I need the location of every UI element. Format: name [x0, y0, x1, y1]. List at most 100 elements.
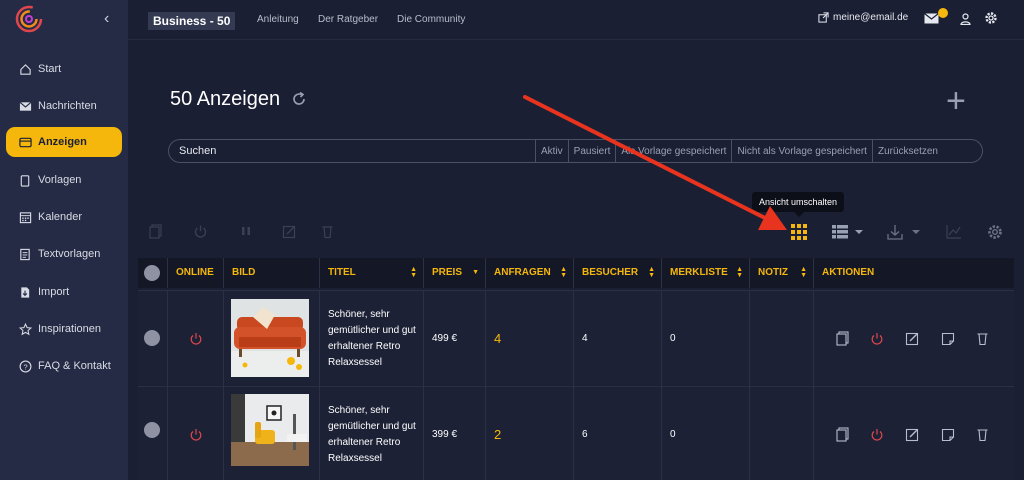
- listing-image[interactable]: [231, 299, 309, 377]
- calendar-icon: [18, 210, 32, 224]
- actions-cell: [813, 387, 1014, 480]
- column-online[interactable]: ONLINE: [167, 258, 223, 288]
- visitors-cell: 4: [573, 291, 661, 386]
- column-titel[interactable]: TITEL ▲ ▼: [319, 258, 423, 288]
- sidebar-item-kalender[interactable]: Kalender: [6, 202, 122, 232]
- edit-icon[interactable]: [282, 224, 297, 239]
- trash-icon[interactable]: [976, 331, 989, 346]
- notification-badge: [938, 8, 948, 18]
- column-bild: BILD: [223, 258, 319, 288]
- power-icon[interactable]: [870, 428, 884, 442]
- sidebar-item-textvorlagen[interactable]: Textvorlagen: [6, 239, 122, 269]
- collapse-sidebar-icon[interactable]: ‹: [104, 10, 109, 28]
- grid-view-icon[interactable]: [791, 224, 807, 240]
- copy-icon[interactable]: [149, 224, 162, 239]
- column-anfragen[interactable]: ANFRAGEN ▲ ▼: [485, 258, 573, 288]
- link-community[interactable]: Die Community: [397, 14, 465, 25]
- add-ad-button[interactable]: +: [946, 84, 966, 118]
- power-icon[interactable]: [193, 224, 208, 239]
- edit-icon[interactable]: [905, 427, 920, 442]
- power-icon[interactable]: [189, 332, 203, 346]
- copy-icon[interactable]: [836, 427, 849, 442]
- listing-title[interactable]: Schöner, sehr gemütlicher und gut erhalt…: [328, 307, 418, 371]
- column-preis[interactable]: PREIS ▼: [423, 258, 485, 288]
- list-view-dropdown-icon[interactable]: [832, 224, 866, 239]
- sidebar-item-label: Anzeigen: [38, 136, 87, 148]
- note-icon[interactable]: [941, 332, 955, 346]
- sidebar-item-start[interactable]: Start: [6, 54, 122, 84]
- trash-icon[interactable]: [321, 224, 334, 239]
- power-icon[interactable]: [870, 332, 884, 346]
- image-cell: [223, 387, 319, 480]
- price-cell: 499 €: [423, 291, 485, 386]
- column-label: ONLINE: [176, 267, 214, 278]
- sidebar-item-inspirationen[interactable]: Inspirationen: [6, 314, 122, 344]
- settings-gear-icon[interactable]: [987, 224, 1003, 240]
- filter-aktiv[interactable]: Aktiv: [535, 140, 568, 162]
- user-icon[interactable]: [960, 13, 971, 25]
- sidebar-item-label: Vorlagen: [38, 174, 82, 186]
- mail-icon[interactable]: [924, 13, 939, 24]
- filter-zuruecksetzen[interactable]: Zurücksetzen: [871, 140, 943, 162]
- title-cell: Schöner, sehr gemütlicher und gut erhalt…: [319, 291, 423, 386]
- filter-pausiert[interactable]: Pausiert: [567, 140, 616, 162]
- image-cell: [223, 291, 319, 386]
- column-besucher[interactable]: BESUCHER ▲ ▼: [573, 258, 661, 288]
- search-input[interactable]: [169, 140, 535, 162]
- select-all-checkbox[interactable]: [144, 265, 160, 281]
- edit-icon[interactable]: [905, 331, 920, 346]
- sidebar-item-vorlagen[interactable]: Vorlagen: [6, 165, 122, 195]
- listing-watchlist: 0: [670, 333, 676, 344]
- chart-icon[interactable]: [946, 224, 962, 239]
- pause-icon[interactable]: [240, 224, 252, 238]
- online-cell: [167, 291, 223, 386]
- sidebar-item-nachrichten[interactable]: Nachrichten: [6, 91, 122, 121]
- table-header: ONLINE BILD TITEL ▲ ▼ PREIS ▼ ANFRAGEN ▲ ▼ BE…: [138, 258, 1014, 288]
- listing-title[interactable]: Schöner, sehr gemütlicher und gut erhalt…: [328, 403, 418, 467]
- column-aktionen: AKTIONEN: [813, 258, 1014, 288]
- power-icon[interactable]: [189, 428, 203, 442]
- listing-requests[interactable]: 2: [494, 427, 501, 442]
- gear-icon[interactable]: [984, 11, 998, 25]
- download-dropdown-icon[interactable]: [887, 224, 923, 240]
- listing-price: 499 €: [432, 333, 458, 344]
- sort-icon: ▲ ▼: [560, 266, 567, 279]
- note-icon[interactable]: [941, 428, 955, 442]
- page-title: 50 Anzeigen: [170, 88, 281, 110]
- link-anleitung[interactable]: Anleitung: [257, 14, 299, 25]
- plan-badge[interactable]: Business - 50: [148, 12, 236, 30]
- title-cell: Schöner, sehr gemütlicher und gut erhalt…: [319, 387, 423, 480]
- sidebar-item-label: Start: [38, 63, 62, 75]
- copy-icon[interactable]: [836, 331, 849, 346]
- sidebar-item-import[interactable]: Import: [6, 277, 122, 307]
- listing-requests[interactable]: 4: [494, 331, 501, 346]
- email-text: meine@email.de: [833, 12, 909, 23]
- listing-visitors: 4: [582, 333, 588, 344]
- email-link[interactable]: meine@email.de: [818, 12, 908, 23]
- online-cell: [167, 387, 223, 480]
- sidebar: ‹ Start Nachrichten Anzeigen Vorlagen Ka…: [0, 0, 128, 480]
- svg-text:?: ?: [23, 362, 27, 371]
- sidebar-item-label: Kalender: [38, 211, 83, 223]
- sidebar-item-faq-kontakt[interactable]: ? FAQ & Kontakt: [6, 351, 122, 381]
- row-select-checkbox[interactable]: [144, 330, 160, 346]
- sidebar-item-anzeigen[interactable]: Anzeigen: [6, 127, 122, 157]
- listing-visitors: 6: [582, 429, 588, 440]
- column-notiz[interactable]: NOTIZ ▲ ▼: [749, 258, 813, 288]
- listing-watchlist: 0: [670, 429, 676, 440]
- search-bar: Aktiv Pausiert Als Vorlage gespeichert N…: [168, 139, 983, 163]
- listing-image[interactable]: [231, 394, 309, 466]
- refresh-icon[interactable]: [290, 90, 308, 108]
- brand-logo[interactable]: [14, 4, 44, 34]
- note-cell[interactable]: [749, 387, 813, 480]
- filter-nicht-als-vorlage[interactable]: Nicht als Vorlage gespeichert: [731, 140, 872, 162]
- link-ratgeber[interactable]: Der Ratgeber: [318, 14, 378, 25]
- listing-price: 399 €: [432, 429, 458, 440]
- external-link-icon: [818, 12, 829, 23]
- filter-als-vorlage[interactable]: Als Vorlage gespeichert: [615, 140, 731, 162]
- sidebar-item-label: Inspirationen: [38, 323, 101, 335]
- row-select-checkbox[interactable]: [144, 422, 160, 438]
- column-merkliste[interactable]: MERKLISTE ▲ ▼: [661, 258, 749, 288]
- trash-icon[interactable]: [976, 427, 989, 442]
- note-cell[interactable]: [749, 291, 813, 386]
